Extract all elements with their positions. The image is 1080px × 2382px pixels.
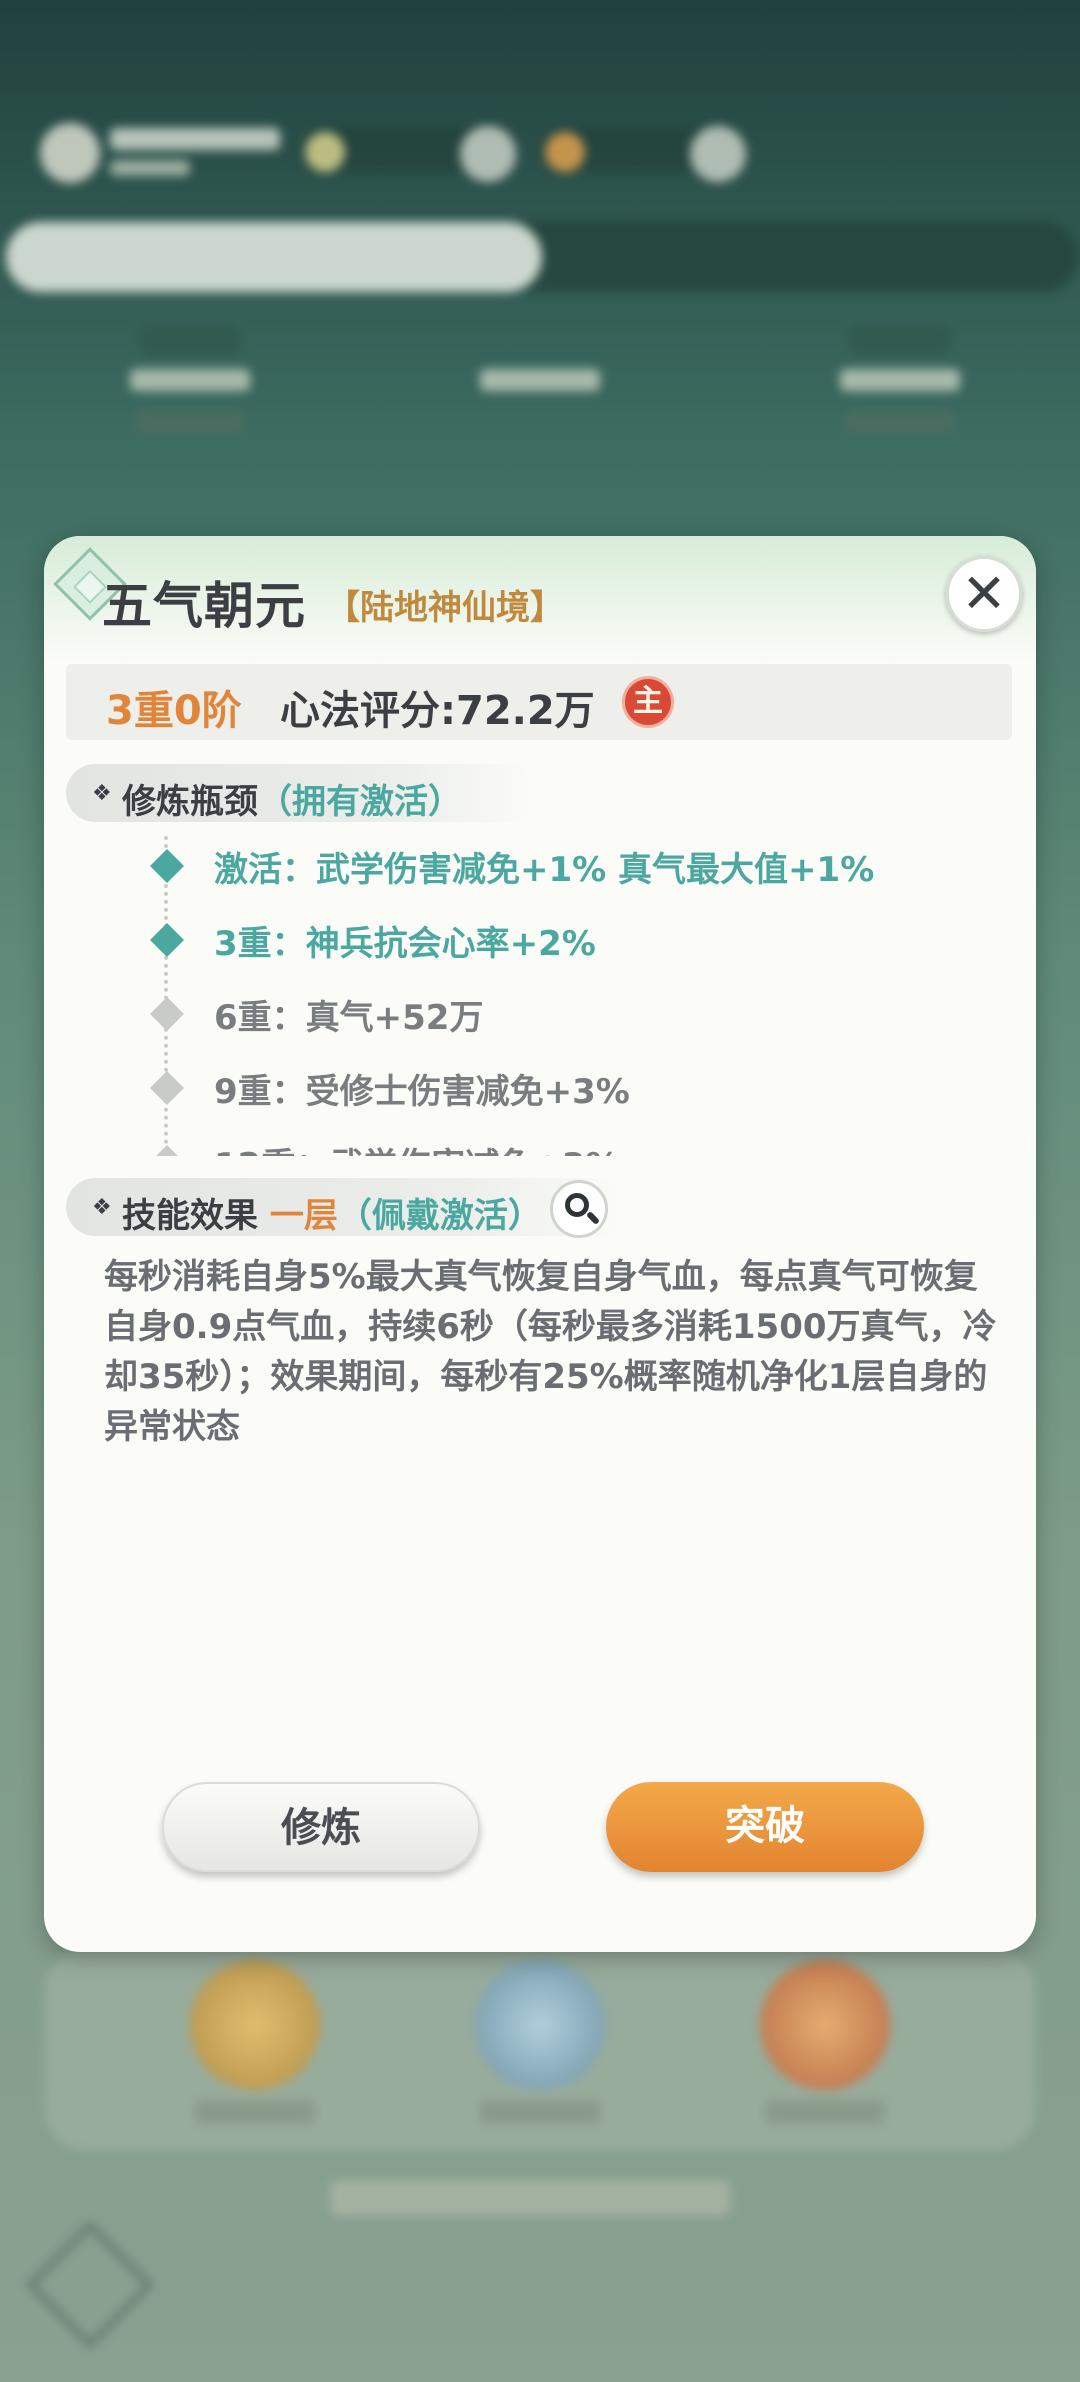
main-badge: 主 [622,676,674,728]
inactive-node-icon [150,1071,184,1105]
list-item-text: 12重：武学伤害减免+3% [214,1138,620,1156]
breakthrough-button[interactable]: 突破 [606,1782,924,1872]
coin-icon [305,132,345,172]
bottleneck-section-header: ❖ 修炼瓶颈（拥有激活） [66,764,536,822]
diamond-bullet-icon: ❖ [92,781,112,806]
bottleneck-list[interactable]: 激活：武学伤害减免+1% 真气最大值+1% 3重：神兵抗会心率+2% 6重：真气… [66,836,1012,1156]
background-orb-label [765,2100,885,2124]
bottleneck-label: 修炼瓶颈 [122,782,258,822]
background-slot [820,325,980,475]
close-icon: ✕ [961,562,1007,625]
magnify-icon [565,1193,589,1217]
list-item-text: 3重：神兵抗会心率+2% [214,924,596,964]
plus-icon [460,126,516,182]
list-item: 3重：神兵抗会心率+2% [66,910,1012,970]
background-orb-label [195,2100,315,2124]
list-item: 6重：真气+52万 [66,984,1012,1044]
skill-tier: 一层 [269,1196,338,1236]
skill-detail-modal: 五气朝元 【陆地神仙境】 ✕ 3重0阶 心法评分:72.2万 主 ❖ 修炼瓶颈（… [44,536,1036,1952]
skill-score: 心法评分:72.2万 [280,688,595,734]
background-player-name [110,128,280,150]
background-corner-icon [26,2221,154,2349]
background-player-level [110,160,190,176]
realm-label: 【陆地神仙境】 [326,588,564,628]
skill-description: 每秒消耗自身5%最大真气恢复自身气血，每点真气可恢复自身0.9点气血，持续6秒（… [104,1257,997,1447]
magnify-button[interactable] [550,1180,608,1238]
background-orb [475,1960,605,2090]
list-item: 9重：受修士伤害减免+3% [66,1058,1012,1118]
active-node-icon [150,923,184,957]
background-top-bar [40,118,760,188]
inactive-node-icon [150,1145,184,1156]
plus-icon [690,126,746,182]
skill-effect-label: 技能效果 [122,1196,258,1236]
bottleneck-status: （拥有激活） [258,782,462,822]
list-item: 12重：武学伤害减免+3% [66,1132,1012,1156]
background-avatar [40,123,100,183]
cultivation-level: 3重0阶 [106,688,242,734]
background-score [330,2180,730,2216]
skill-effect-section-header: ❖ 技能效果 一层（佩戴激活） [66,1178,626,1236]
close-button[interactable]: ✕ [946,556,1022,632]
background-orb-label [480,2100,600,2124]
train-button[interactable]: 修炼 [162,1782,480,1872]
gem-icon [545,132,585,172]
score-bar: 3重0阶 心法评分:72.2万 主 [66,664,1012,740]
background-orb [190,1960,320,2090]
background-tab-active [6,222,542,292]
modal-title: 五气朝元 [102,577,306,635]
list-item: 激活：武学伤害减免+1% 真气最大值+1% [66,836,1012,896]
list-item-text: 6重：真气+52万 [214,998,484,1038]
skill-status: （佩戴激活） [337,1196,542,1236]
list-item-text: 9重：受修士伤害减免+3% [214,1072,630,1112]
background-slot [110,325,270,475]
list-item-text: 激活：武学伤害减免+1% 真气最大值+1% [214,850,875,890]
background-slot [460,325,620,475]
background-orb [760,1960,890,2090]
background-tabs [6,222,1078,292]
inactive-node-icon [150,997,184,1031]
diamond-bullet-icon: ❖ [92,1195,112,1220]
active-node-icon [150,849,184,883]
